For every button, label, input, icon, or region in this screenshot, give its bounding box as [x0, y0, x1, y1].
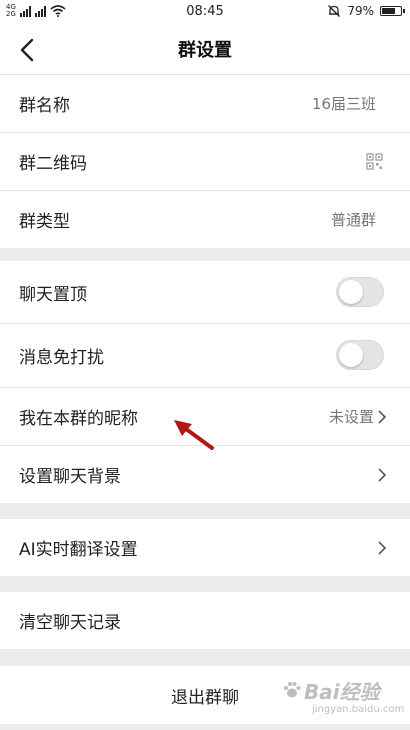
- status-bar: 4G 2G 08:45 79%: [0, 0, 410, 24]
- mute-notifications-row: 消息免打扰: [0, 324, 410, 388]
- nav-bar: 群设置: [0, 24, 410, 75]
- chat-settings-section: 聊天置顶 消息免打扰 我在本群的昵称 未设置 设置聊天背景: [0, 261, 410, 503]
- nickname-value: 未设置: [328, 408, 374, 426]
- chat-background-row[interactable]: 设置聊天背景: [0, 446, 410, 503]
- row-label: 群二维码: [19, 154, 87, 174]
- mute-notifications-toggle[interactable]: [336, 340, 384, 370]
- ai-translate-row[interactable]: AI实时翻译设置: [0, 519, 410, 576]
- pin-chat-row: 聊天置顶: [0, 261, 410, 324]
- annotation-arrow-icon: [174, 420, 214, 450]
- row-label: 设置聊天背景: [19, 467, 121, 487]
- group-qrcode-row[interactable]: 群二维码: [0, 133, 410, 191]
- paw-logo-icon: [284, 682, 301, 698]
- page-title: 群设置: [178, 40, 232, 61]
- toggle-knob: [339, 343, 363, 367]
- row-label: 聊天置顶: [19, 284, 87, 305]
- chevron-right-icon: [378, 468, 387, 482]
- row-label: 消息免打扰: [19, 348, 104, 368]
- group-name-row[interactable]: 群名称 16届三班: [0, 75, 410, 133]
- translation-section: AI实时翻译设置: [0, 519, 410, 576]
- watermark-url: jingyan.baidu.com: [312, 704, 405, 715]
- watermark-text: Bai经验: [304, 680, 380, 704]
- chevron-right-icon: [378, 541, 387, 555]
- mute-bell-icon: [328, 5, 341, 17]
- toggle-knob: [339, 280, 363, 304]
- row-label: AI实时翻译设置: [19, 540, 138, 560]
- pin-chat-toggle[interactable]: [336, 277, 384, 307]
- row-label: 群名称: [19, 96, 70, 116]
- qr-code-icon: [366, 153, 383, 170]
- baidu-watermark: Bai经验 jingyan.baidu.com: [282, 676, 405, 722]
- group-type-value: 普通群: [330, 211, 376, 229]
- row-label: 我在本群的昵称: [19, 409, 138, 429]
- battery-icon: [380, 6, 405, 16]
- clear-history-row[interactable]: 清空聊天记录: [0, 592, 410, 649]
- group-name-value: 16届三班: [311, 95, 376, 113]
- group-info-section: 群名称 16届三班 群二维码 群类型 普通群: [0, 75, 410, 248]
- row-label: 群类型: [19, 212, 70, 232]
- battery-percent: 79%: [347, 4, 374, 18]
- group-type-row[interactable]: 群类型 普通群: [0, 191, 410, 248]
- status-right: 79%: [327, 4, 405, 18]
- row-label: 清空聊天记录: [19, 613, 121, 633]
- clear-history-section: 清空聊天记录: [0, 592, 410, 649]
- chevron-right-icon: [378, 410, 387, 424]
